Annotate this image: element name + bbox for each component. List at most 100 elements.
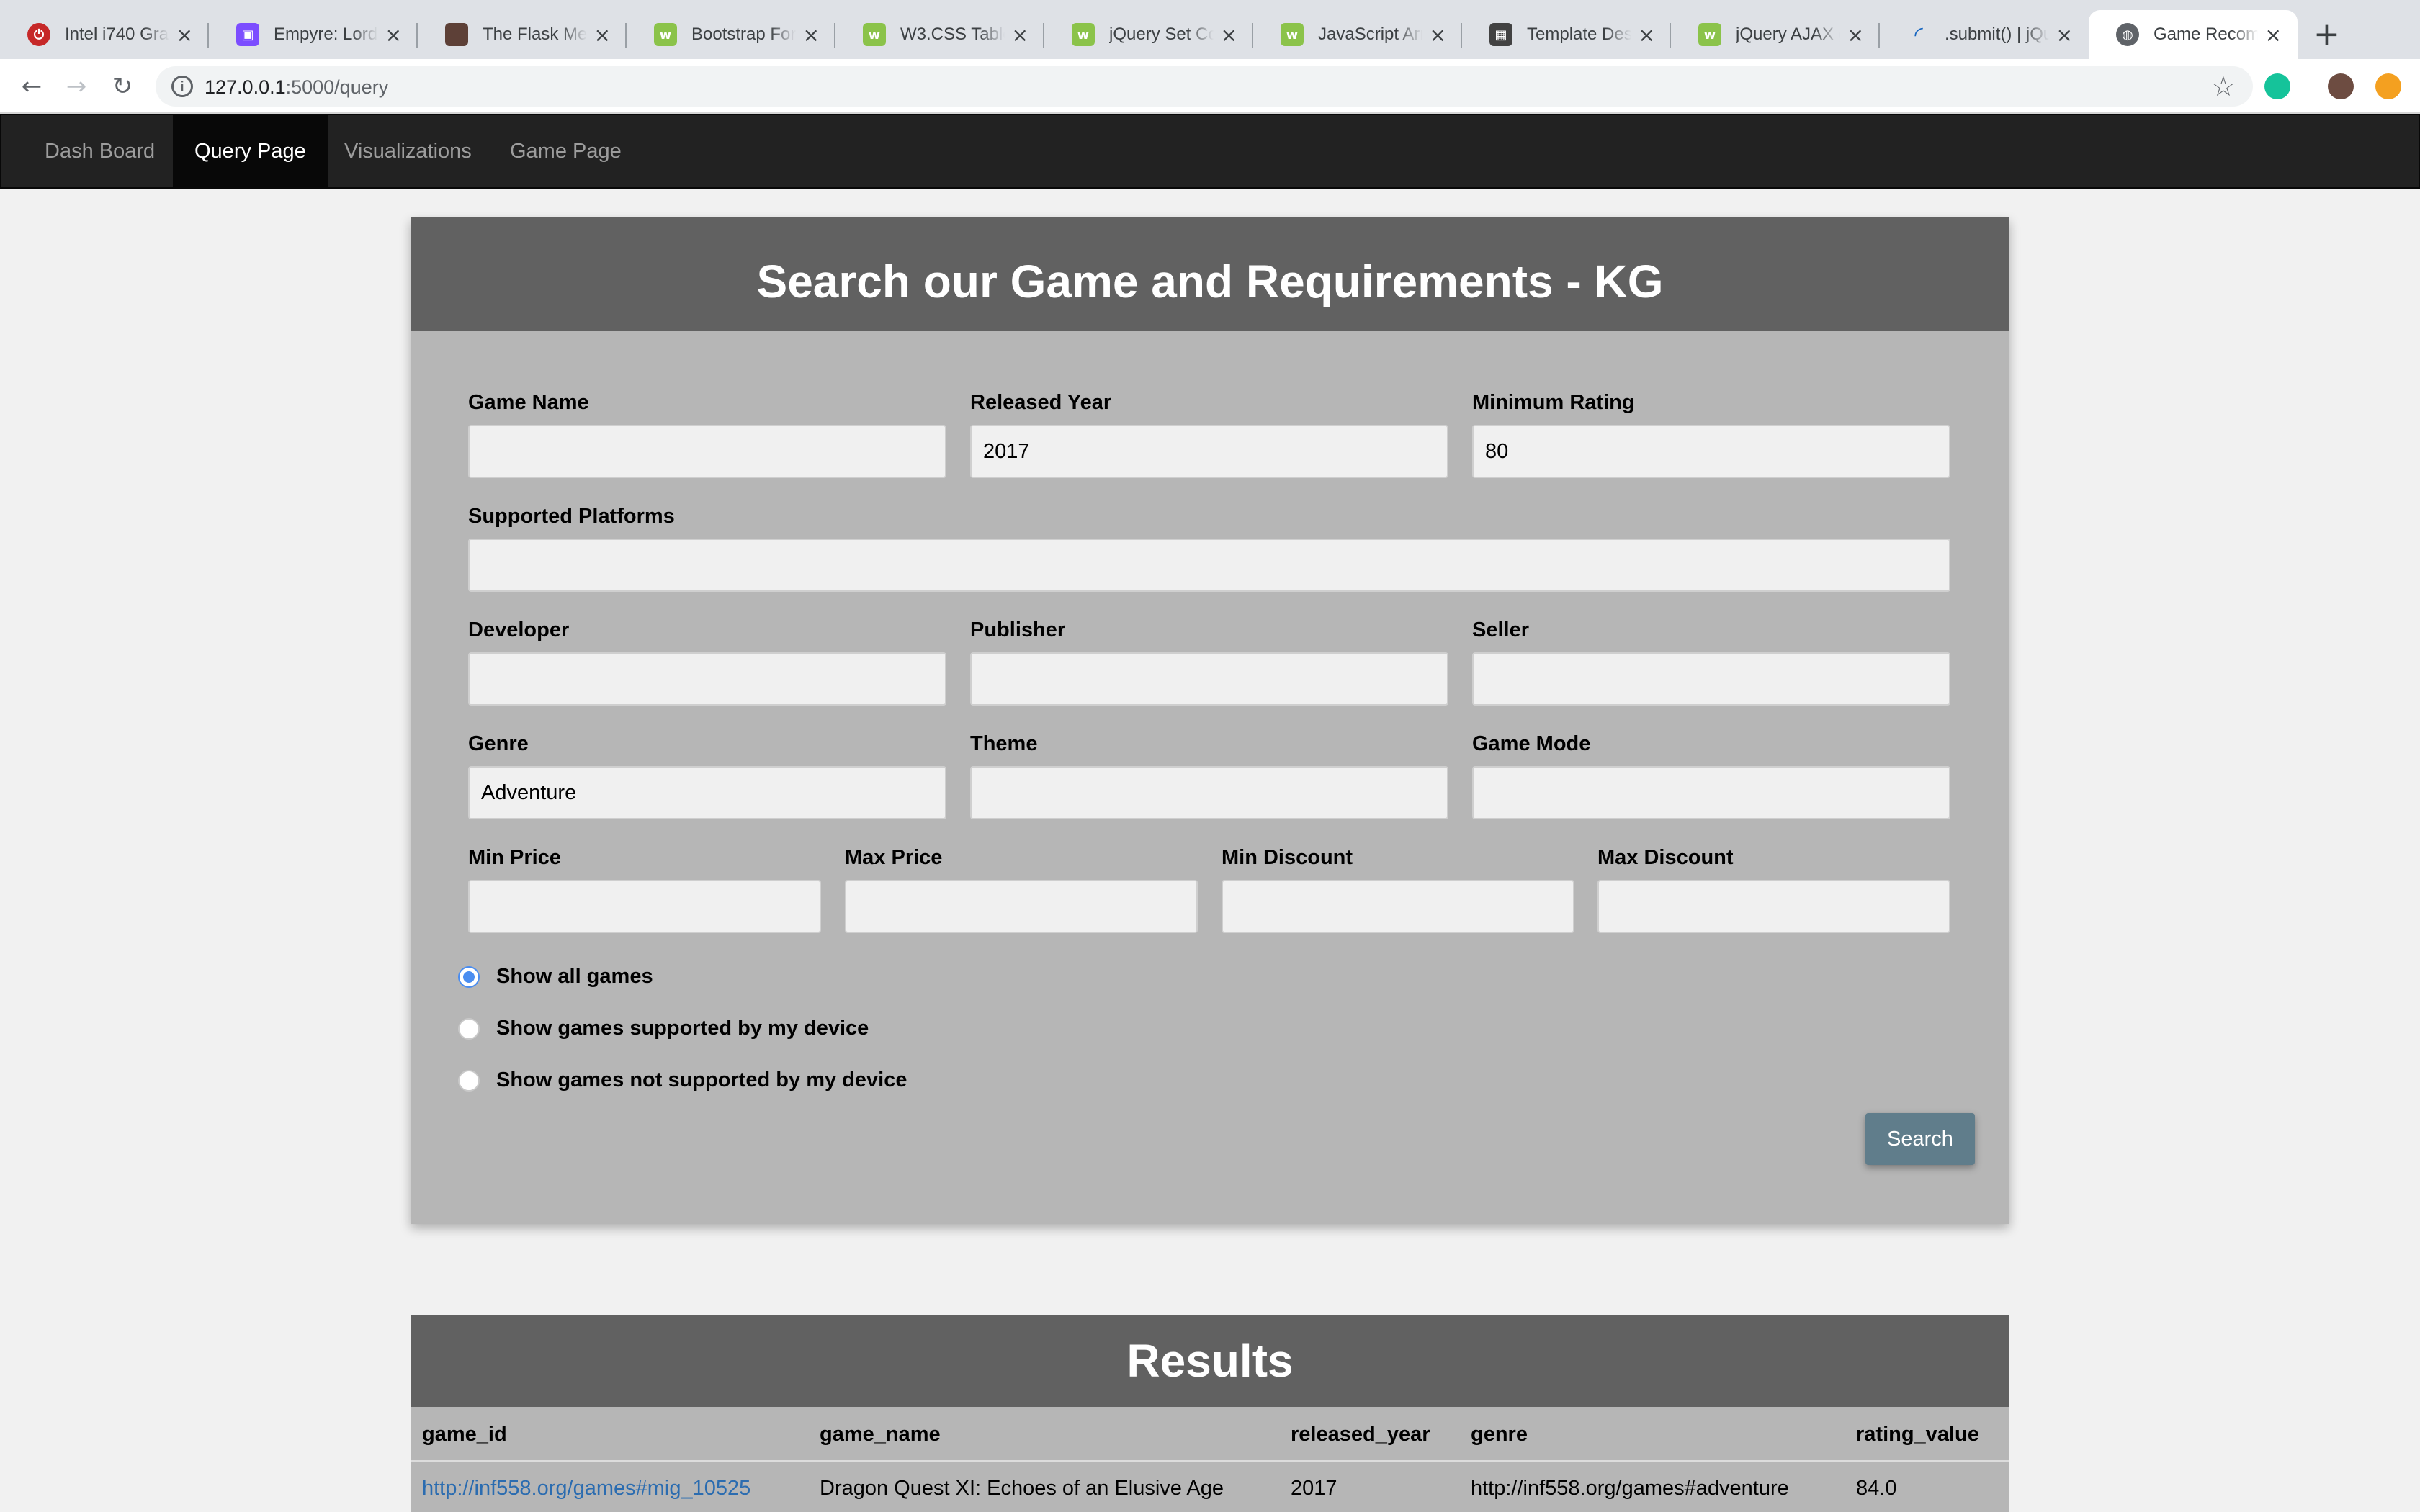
browser-tab[interactable]: ◜ .submit() | jQuery × <box>1880 10 2089 59</box>
column-header: game_name <box>820 1423 941 1446</box>
w3schools-icon: w <box>1281 23 1304 46</box>
info-icon[interactable]: i <box>171 76 193 97</box>
query-panel-header: Search our Game and Requirements - KG <box>411 217 2009 331</box>
radio-show-supported-games[interactable] <box>458 1018 480 1040</box>
new-tab-button[interactable]: + <box>2313 16 2340 53</box>
game-mode-label: Game Mode <box>1472 732 1591 755</box>
game-id-link[interactable]: http://inf558.org/games#mig_10525 <box>422 1462 750 1512</box>
publisher-label: Publisher <box>970 618 1066 642</box>
w3schools-icon: w <box>863 23 886 46</box>
results-header: Results <box>411 1315 2009 1407</box>
game-mode-input[interactable] <box>1472 766 1950 819</box>
browser-tab[interactable]: w Bootstrap Forms × <box>627 10 835 59</box>
globe-icon: ◍ <box>2116 23 2139 46</box>
radio-label[interactable]: Show games not supported by my device <box>496 1068 907 1092</box>
close-icon[interactable]: × <box>1430 23 1446 47</box>
forward-icon[interactable]: → <box>59 69 94 104</box>
browser-tab[interactable]: w jQuery AJAX get × <box>1671 10 1880 59</box>
radio-label[interactable]: Show all games <box>496 965 653 989</box>
table-row: http://inf558.org/games#mig_10525 Dragon… <box>411 1462 2009 1512</box>
radio-show-all-games[interactable] <box>458 966 480 988</box>
close-icon[interactable]: × <box>2265 23 2282 47</box>
close-icon[interactable]: × <box>594 23 611 47</box>
main-navbar: Dash Board Query Page Visualizations Gam… <box>0 114 2420 189</box>
reload-icon[interactable]: ↻ <box>105 69 140 104</box>
close-icon[interactable]: × <box>1012 23 1028 47</box>
close-icon[interactable]: × <box>1847 23 1864 47</box>
back-icon[interactable]: ← <box>14 69 49 104</box>
game-name-cell: Dragon Quest XI: Echoes of an Elusive Ag… <box>820 1477 1224 1500</box>
column-header: genre <box>1471 1423 1528 1446</box>
browser-toolbar: ← → ↻ i 127.0.0.1:5000/query ☆ <box>0 59 2420 114</box>
bookmark-star-icon[interactable]: ☆ <box>2211 71 2236 102</box>
browser-tab[interactable]: w JavaScript Arrays × <box>1253 10 1462 59</box>
platforms-input[interactable] <box>468 539 1950 592</box>
released-year-label: Released Year <box>970 391 1112 414</box>
game-name-input[interactable] <box>468 425 946 478</box>
portrait-icon <box>445 23 468 46</box>
address-bar[interactable]: i 127.0.0.1:5000/query ☆ <box>156 66 2253 107</box>
min-price-input[interactable] <box>468 880 821 933</box>
results-section: Results game_id game_name released_year … <box>411 1315 2009 1512</box>
max-discount-label: Max Discount <box>1597 846 1734 869</box>
close-icon[interactable]: × <box>2056 23 2073 47</box>
url-text: 127.0.0.1:5000/query <box>205 76 389 98</box>
min-discount-input[interactable] <box>1222 880 1574 933</box>
results-title: Results <box>1126 1335 1294 1387</box>
browser-tab[interactable]: ⏻ Intel i740 Graphics × <box>0 10 209 59</box>
min-discount-label: Min Discount <box>1222 846 1353 869</box>
browser-tab[interactable]: w W3.CSS Tables × <box>835 10 1044 59</box>
released-year-cell: 2017 <box>1291 1477 1337 1500</box>
min-rating-input[interactable] <box>1472 425 1950 478</box>
theme-label: Theme <box>970 732 1038 755</box>
nav-query-page[interactable]: Query Page <box>173 115 328 187</box>
radio-label[interactable]: Show games supported by my device <box>496 1017 869 1040</box>
page-title: Search our Game and Requirements - KG <box>756 256 1664 307</box>
film-icon: ▦ <box>1489 23 1512 46</box>
released-year-input[interactable] <box>970 425 1448 478</box>
developer-label: Developer <box>468 618 570 642</box>
browser-tab[interactable]: w jQuery Set Content × <box>1044 10 1253 59</box>
developer-input[interactable] <box>468 652 946 706</box>
platforms-label: Supported Platforms <box>468 505 675 528</box>
genre-cell: http://inf558.org/games#adventure <box>1471 1477 1789 1500</box>
close-icon[interactable]: × <box>1639 23 1655 47</box>
genre-label: Genre <box>468 732 529 755</box>
results-table-header: game_id game_name released_year genre ra… <box>411 1407 2009 1462</box>
max-discount-input[interactable] <box>1597 880 1950 933</box>
game-icon: ▣ <box>236 23 259 46</box>
search-button[interactable]: Search <box>1865 1113 1975 1165</box>
seller-label: Seller <box>1472 618 1529 642</box>
radio-show-unsupported-games[interactable] <box>458 1070 480 1092</box>
browser-tab[interactable]: ▦ Template Designer × <box>1462 10 1671 59</box>
max-price-input[interactable] <box>845 880 1198 933</box>
theme-input[interactable] <box>970 766 1448 819</box>
nav-dash-board[interactable]: Dash Board <box>23 115 176 187</box>
nav-visualizations[interactable]: Visualizations <box>323 115 493 187</box>
close-icon[interactable]: × <box>176 23 193 47</box>
column-header: game_id <box>422 1423 507 1446</box>
rating-value-cell: 84.0 <box>1856 1477 1897 1500</box>
browser-tab-active[interactable]: ◍ Game Recommender × <box>2089 10 2298 59</box>
max-price-label: Max Price <box>845 846 943 869</box>
game-name-label: Game Name <box>468 391 589 414</box>
min-price-label: Min Price <box>468 846 561 869</box>
close-icon[interactable]: × <box>385 23 402 47</box>
extension-icon[interactable] <box>2375 73 2401 99</box>
w3schools-icon: w <box>654 23 677 46</box>
nav-game-page[interactable]: Game Page <box>488 115 643 187</box>
browser-tab-strip: ⏻ Intel i740 Graphics × ▣ Empyre: Lords … <box>0 0 2420 59</box>
genre-input[interactable] <box>468 766 946 819</box>
column-header: rating_value <box>1856 1423 1979 1446</box>
close-icon[interactable]: × <box>1221 23 1237 47</box>
browser-tab[interactable]: The Flask Mega-Tutorial × <box>418 10 627 59</box>
power-icon: ⏻ <box>27 23 50 46</box>
jquery-icon: ◜ <box>1914 22 1923 48</box>
grammarly-icon[interactable] <box>2264 73 2290 99</box>
publisher-input[interactable] <box>970 652 1448 706</box>
seller-input[interactable] <box>1472 652 1950 706</box>
close-icon[interactable]: × <box>803 23 820 47</box>
w3schools-icon: w <box>1072 23 1095 46</box>
profile-avatar[interactable] <box>2328 73 2354 99</box>
browser-tab[interactable]: ▣ Empyre: Lords of the Sea Gates × <box>209 10 418 59</box>
